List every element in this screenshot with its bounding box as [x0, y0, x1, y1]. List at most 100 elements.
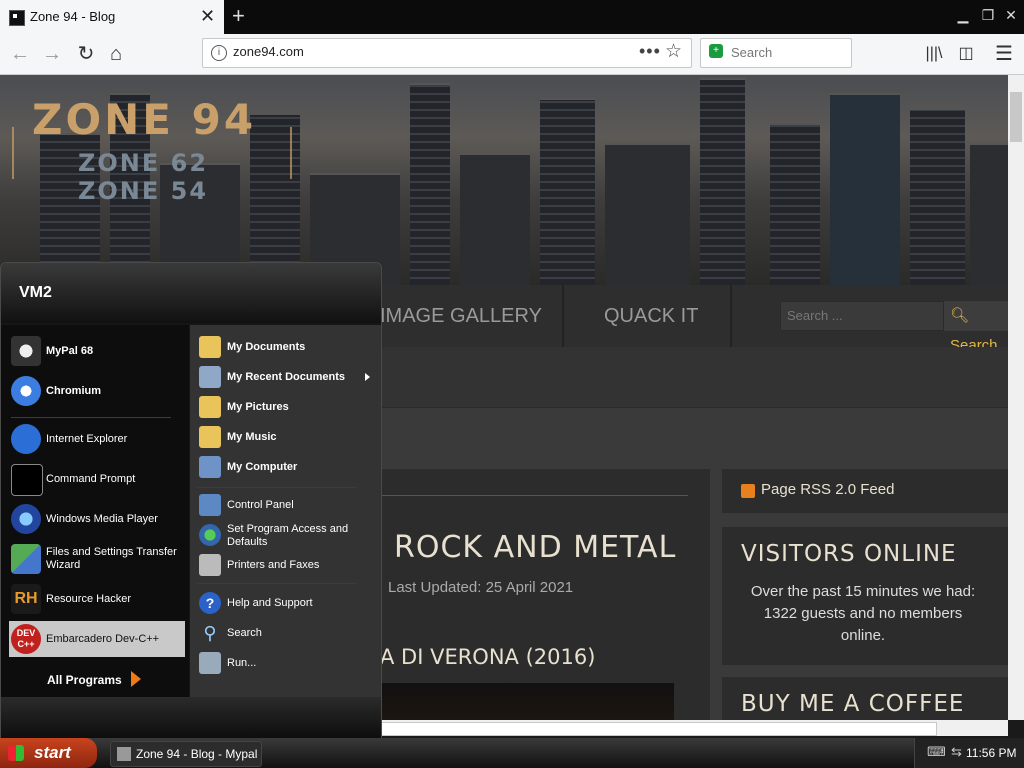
start-item-internet-explorer[interactable]: Internet Explorer [9, 421, 185, 457]
start-item-transfer-wizard[interactable]: Files and Settings Transfer Wizard [9, 541, 185, 577]
rss-link[interactable]: Page RSS 2.0 Feed [761, 481, 894, 498]
tab-title: Zone 94 - Blog [30, 9, 116, 24]
keyboard-icon[interactable]: ⌨ [927, 744, 946, 760]
pictures-folder-icon [199, 396, 221, 418]
start-item-my-documents[interactable]: My Documents [197, 333, 373, 361]
magnifier-icon: 🔍︎ [950, 307, 970, 324]
search-icon: ⚲ [203, 623, 217, 643]
start-item-help[interactable]: ? Help and Support [197, 589, 373, 617]
reload-button[interactable]: ↻ [72, 40, 100, 68]
windows-logo-icon [8, 745, 24, 761]
back-button[interactable]: ← [6, 40, 34, 68]
new-tab-button[interactable]: + [232, 3, 245, 29]
close-window-button[interactable]: ✕ [1000, 4, 1022, 26]
start-item-printers[interactable]: Printers and Faxes [197, 551, 373, 579]
start-item-devcpp[interactable]: DEV C++ Embarcadero Dev-C++ [9, 621, 185, 657]
start-button[interactable]: start [0, 738, 97, 768]
restore-button[interactable]: ❐ [977, 4, 999, 26]
ie-icon [11, 424, 41, 454]
vertical-scroll-thumb[interactable] [1010, 92, 1022, 142]
search-engine-icon: + [709, 44, 723, 58]
start-item-label: My Music [227, 431, 277, 443]
start-menu: VM2 MyPal 68 Chromium Internet Explorer … [0, 262, 382, 740]
start-item-label: My Pictures [227, 401, 289, 413]
home-button[interactable]: ⌂ [102, 40, 130, 68]
site-logo-main[interactable]: ZONE 94 [32, 95, 256, 144]
sidebar-icon[interactable]: ◫ [952, 40, 980, 68]
coffee-title: BUY ME A COFFEE [741, 691, 965, 717]
start-item-label: My Recent Documents [227, 371, 345, 383]
site-search-input[interactable]: Search ... [780, 301, 944, 331]
separator [197, 583, 357, 584]
separator [197, 487, 357, 488]
user-name: VM2 [19, 284, 52, 301]
transfer-wizard-icon [11, 544, 41, 574]
control-panel-icon [199, 494, 221, 516]
site-favicon-icon [9, 10, 25, 26]
start-item-label: Embarcadero Dev-C++ [46, 633, 160, 645]
menu-divider [730, 285, 732, 347]
start-item-my-music[interactable]: My Music [197, 423, 373, 451]
cmd-icon [11, 464, 43, 496]
article-title[interactable]: ROCK AND METAL [394, 530, 676, 565]
visitors-title: VISITORS ONLINE [741, 541, 957, 567]
menu-quack-it[interactable]: QUACK IT [604, 305, 698, 328]
taskbar-item-browser[interactable]: Zone 94 - Blog - Mypal [110, 741, 262, 767]
start-item-my-pictures[interactable]: My Pictures [197, 393, 373, 421]
url-text[interactable]: zone94.com [233, 44, 304, 59]
horizontal-scroll-thumb[interactable] [380, 722, 937, 736]
start-item-chromium[interactable]: Chromium [9, 373, 185, 409]
start-item-my-computer[interactable]: My Computer [197, 453, 373, 481]
article-image [380, 683, 674, 720]
start-item-control-panel[interactable]: Control Panel [197, 491, 373, 519]
browser-search-input[interactable]: + Search [700, 38, 852, 68]
start-item-label: Command Prompt [46, 473, 136, 485]
start-item-label: Resource Hacker [46, 593, 131, 605]
library-icon[interactable]: |||\ [920, 40, 948, 68]
browser-tab[interactable]: Zone 94 - Blog ✕ [0, 0, 224, 34]
start-item-program-defaults[interactable]: Set Program Access and Defaults [197, 521, 373, 553]
printer-icon [199, 554, 221, 576]
wmp-icon [11, 504, 41, 534]
divider [380, 495, 688, 496]
folder-icon [199, 336, 221, 358]
start-item-command-prompt[interactable]: Command Prompt [9, 461, 185, 497]
start-item-run[interactable]: Run... [197, 649, 373, 677]
start-item-resource-hacker[interactable]: RH Resource Hacker [9, 581, 185, 617]
start-menu-footer [1, 697, 381, 739]
url-bar[interactable]: i zone94.com ••• ☆ [202, 38, 692, 68]
menu-divider [562, 285, 564, 347]
minimize-button[interactable]: ▁ [952, 4, 974, 26]
hamburger-menu-icon[interactable]: ☰ [990, 40, 1018, 68]
start-item-recent-documents[interactable]: My Recent Documents [197, 363, 373, 391]
start-item-search[interactable]: ⚲ Search [197, 619, 373, 647]
bookmark-star-icon[interactable]: ☆ [665, 40, 682, 63]
forward-button[interactable]: → [38, 40, 66, 68]
computer-icon [199, 456, 221, 478]
site-search-button[interactable]: 🔍︎Search [944, 301, 1008, 354]
browser-icon [117, 747, 131, 761]
clock[interactable]: 11:56 PM [966, 746, 1016, 760]
close-tab-icon[interactable]: ✕ [200, 6, 215, 27]
site-logo-line3: ZONE 54 [78, 177, 209, 205]
music-folder-icon [199, 426, 221, 448]
start-label: start [34, 743, 71, 762]
start-item-windows-media-player[interactable]: Windows Media Player [9, 501, 185, 537]
menu-image-gallery[interactable]: IMAGE GALLERY [380, 305, 542, 328]
nav-toolbar: ← → ↻ ⌂ i zone94.com ••• ☆ + Search |||\… [0, 34, 1024, 75]
vertical-scrollbar[interactable] [1008, 75, 1024, 720]
start-item-label: Files and Settings Transfer Wizard [46, 546, 177, 571]
all-programs-button[interactable]: All Programs [47, 673, 122, 687]
info-icon[interactable]: i [211, 45, 227, 61]
page-actions-icon[interactable]: ••• [639, 41, 661, 62]
rss-icon [741, 484, 755, 498]
start-item-mypal[interactable]: MyPal 68 [9, 333, 185, 369]
chromium-icon [11, 376, 41, 406]
site-search-placeholder: Search ... [787, 308, 843, 323]
article-subtitle[interactable]: A DI VERONA (2016) [380, 645, 595, 669]
submenu-arrow-icon [365, 373, 370, 381]
network-icon[interactable]: ⇆ [951, 744, 962, 760]
start-item-label: Internet Explorer [46, 433, 128, 445]
recent-docs-icon [199, 366, 221, 388]
start-item-label: Search [227, 627, 262, 639]
